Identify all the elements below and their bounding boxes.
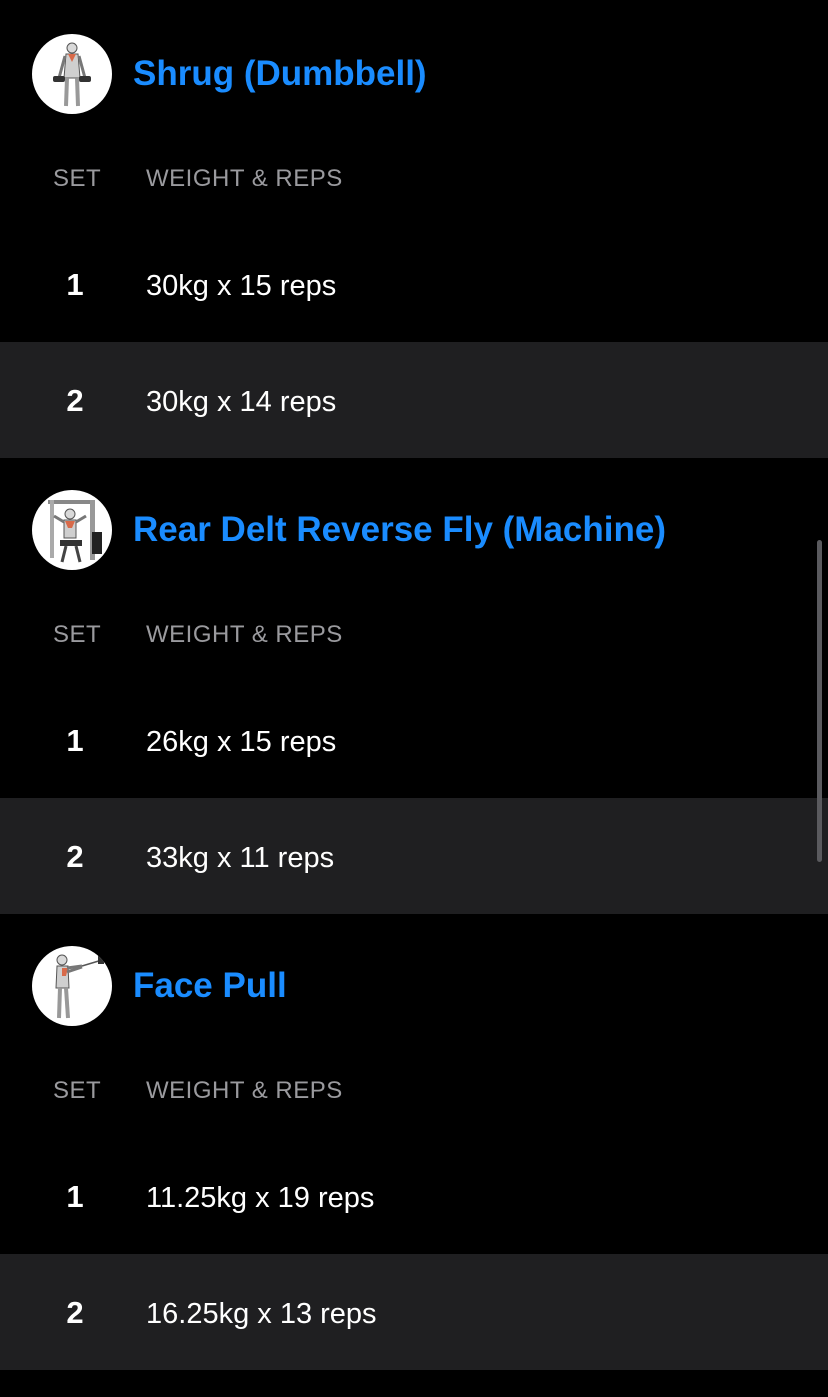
set-number: 2 [66, 383, 84, 418]
set-number: 2 [66, 839, 84, 874]
set-weight-reps: 11.25kg x 19 reps [146, 1182, 375, 1214]
exercise-title[interactable]: Shrug (Dumbbell) [133, 52, 427, 96]
set-row: 1 11.25kg x 19 reps [0, 1138, 828, 1254]
weight-reps-column-header: WEIGHT & REPS [146, 165, 343, 192]
exercise-header[interactable]: Rear Delt Reverse Fly (Machine) SET WEIG… [0, 456, 828, 648]
shrug-dumbbell-icon[interactable] [32, 34, 112, 114]
exercise-title[interactable]: Rear Delt Reverse Fly (Machine) [133, 508, 666, 552]
set-weight-reps: 26kg x 15 reps [146, 726, 337, 758]
set-number: 1 [66, 1179, 84, 1214]
set-row: 1 30kg x 15 reps [0, 226, 828, 342]
set-column-header: SET [53, 1077, 102, 1104]
set-number: 1 [66, 723, 84, 758]
set-column-header: SET [53, 621, 102, 648]
set-weight-reps: 33kg x 11 reps [146, 842, 335, 874]
exercise-card: Rear Delt Reverse Fly (Machine) SET WEIG… [0, 456, 828, 914]
set-row: 2 33kg x 11 reps [0, 798, 828, 914]
set-row: 2 30kg x 14 reps [0, 342, 828, 458]
set-number: 2 [66, 1295, 84, 1330]
set-weight-reps: 16.25kg x 13 reps [146, 1298, 377, 1330]
exercise-header[interactable]: Face Pull SET WEIGHT & REPS [0, 912, 828, 1104]
set-weight-reps: 30kg x 14 reps [146, 386, 337, 418]
exercise-title[interactable]: Face Pull [133, 964, 287, 1008]
rear-delt-machine-icon[interactable] [32, 490, 112, 570]
face-pull-icon[interactable] [32, 946, 112, 1026]
exercise-card: Face Pull SET WEIGHT & REPS 1 11.25kg x … [0, 912, 828, 1370]
weight-reps-column-header: WEIGHT & REPS [146, 621, 343, 648]
set-row: 2 16.25kg x 13 reps [0, 1254, 828, 1370]
exercise-card: Shrug (Dumbbell) SET WEIGHT & REPS 1 30k… [0, 0, 828, 458]
weight-reps-column-header: WEIGHT & REPS [146, 1077, 343, 1104]
scrollbar[interactable] [817, 540, 822, 862]
exercise-header[interactable]: Shrug (Dumbbell) SET WEIGHT & REPS [0, 0, 828, 192]
set-weight-reps: 30kg x 15 reps [146, 270, 337, 302]
set-row: 1 26kg x 15 reps [0, 682, 828, 798]
set-number: 1 [66, 267, 84, 302]
set-column-header: SET [53, 165, 102, 192]
